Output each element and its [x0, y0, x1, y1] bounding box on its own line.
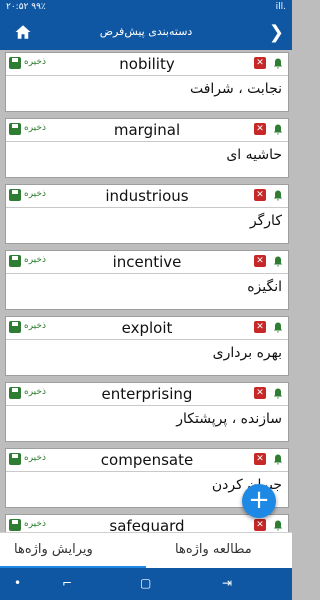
bell-icon[interactable]	[272, 519, 284, 532]
word-text: compensate	[100, 451, 194, 469]
meaning-text: انگیزه	[247, 279, 282, 295]
word-text: enterprising	[101, 385, 193, 403]
app-bar: دسته‌بندی پیش‌فرض ❯	[0, 16, 292, 50]
page-title: دسته‌بندی پیش‌فرض	[99, 25, 193, 38]
delete-icon[interactable]: ✕	[254, 255, 266, 267]
delete-icon[interactable]: ✕	[254, 519, 266, 531]
word-text: safeguard	[109, 517, 185, 532]
delete-icon[interactable]: ✕	[254, 123, 266, 135]
recents-nav-icon[interactable]: ⇥	[222, 576, 232, 590]
word-list: ذخیره nobility ✕ نجابت ، شرافت ذخیره mar…	[0, 50, 292, 532]
status-signal: ill.	[275, 2, 286, 12]
back-arrow-icon[interactable]: ❯	[269, 22, 284, 43]
delete-icon[interactable]: ✕	[254, 189, 266, 201]
meaning-text: سازنده ، پرپشتکار	[176, 411, 282, 427]
word-text: marginal	[113, 121, 181, 139]
word-card[interactable]: ذخیره marginal ✕ حاشیه ای	[5, 118, 289, 178]
bell-icon[interactable]	[272, 453, 284, 466]
meaning-text: جبران کردن	[211, 477, 282, 493]
bell-icon[interactable]	[272, 321, 284, 334]
word-card[interactable]: ذخیره industrious ✕ کارگر	[5, 184, 289, 244]
meaning-text: کارگر	[249, 213, 282, 229]
back-nav-icon[interactable]: ⌐	[62, 576, 72, 590]
save-icon	[9, 321, 21, 333]
bell-icon[interactable]	[272, 189, 284, 202]
dot-icon: •	[14, 576, 22, 590]
word-text: industrious	[105, 187, 189, 205]
word-card[interactable]: ذخیره exploit ✕ بهره برداری	[5, 316, 289, 376]
save-icon	[9, 189, 21, 201]
meaning-text: نجابت ، شرافت	[189, 81, 282, 97]
home-nav-icon[interactable]: ▢	[140, 576, 151, 590]
delete-icon[interactable]: ✕	[254, 57, 266, 69]
delete-icon[interactable]: ✕	[254, 321, 266, 333]
meaning-text: بهره برداری	[212, 345, 282, 361]
word-card[interactable]: ذخیره incentive ✕ انگیزه	[5, 250, 289, 310]
word-text: nobility	[119, 55, 175, 73]
bell-icon[interactable]	[272, 57, 284, 70]
add-word-button[interactable]: +	[242, 484, 276, 518]
system-nav-bar: • ⌐ ▢ ⇥	[0, 568, 292, 600]
save-icon	[9, 123, 21, 135]
delete-icon[interactable]: ✕	[254, 387, 266, 399]
word-card[interactable]: ذخیره safeguard ✕	[5, 514, 289, 532]
delete-icon[interactable]: ✕	[254, 453, 266, 465]
bell-icon[interactable]	[272, 255, 284, 268]
status-time: ۲۰:۵۲ ۹۹٪	[6, 2, 46, 12]
word-card[interactable]: ذخیره enterprising ✕ سازنده ، پرپشتکار	[5, 382, 289, 442]
tab-edit-words[interactable]: ویرایش واژه‌ها	[14, 542, 93, 557]
save-icon	[9, 255, 21, 267]
save-icon	[9, 453, 21, 465]
word-text: incentive	[112, 253, 182, 271]
meaning-text: حاشیه ای	[226, 147, 282, 163]
status-bar: ۲۰:۵۲ ۹۹٪ ill.	[0, 0, 292, 16]
save-icon	[9, 519, 21, 531]
tab-study-words[interactable]: مطالعه واژه‌ها	[175, 542, 252, 557]
home-icon[interactable]	[14, 23, 32, 41]
bell-icon[interactable]	[272, 387, 284, 400]
word-text: exploit	[121, 319, 173, 337]
bell-icon[interactable]	[272, 123, 284, 136]
save-icon	[9, 387, 21, 399]
word-card[interactable]: ذخیره nobility ✕ نجابت ، شرافت	[5, 52, 289, 112]
save-icon	[9, 57, 21, 69]
bottom-tabs: ویرایش واژه‌ها مطالعه واژه‌ها	[0, 532, 292, 569]
